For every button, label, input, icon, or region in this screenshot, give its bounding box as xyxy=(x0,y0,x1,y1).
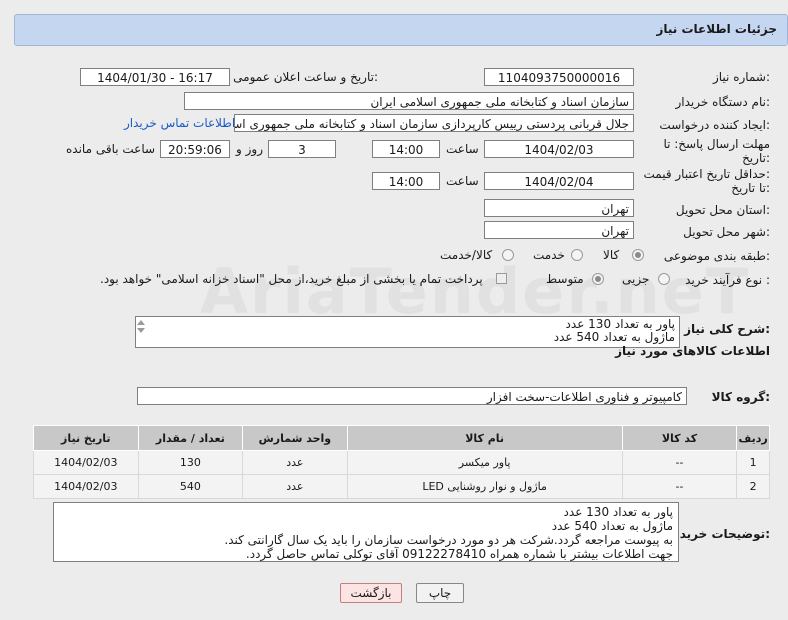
process-option-medium: متوسط xyxy=(546,272,584,286)
category-radio-service[interactable] xyxy=(571,249,583,261)
buyer-notes-label: توضیحات خریدار: xyxy=(668,527,770,541)
buyer-notes-textarea[interactable]: پاور به تعداد 130 عدد ماژول به تعداد 540… xyxy=(53,502,679,562)
header-panel: جزئیات اطلاعات نیاز xyxy=(14,14,788,46)
requester-label: ایجاد کننده درخواست: xyxy=(659,118,770,132)
deadline-time-label: ساعت xyxy=(446,142,479,156)
category-radio-both[interactable] xyxy=(502,249,514,261)
deadline-time-field: 14:00 xyxy=(372,140,440,158)
cell-name: ماژول و نوار روشنایی LED xyxy=(346,474,623,499)
announce-label: تاریخ و ساعت اعلان عمومی: xyxy=(233,70,378,84)
price-validity-label: حداقل تاریخ اعتبار قیمت: xyxy=(643,167,770,181)
days-field: 3 xyxy=(268,140,336,158)
days-label: روز و xyxy=(236,142,263,156)
col-header-name: نام کالا xyxy=(346,425,623,451)
province-field: تهران xyxy=(484,199,634,217)
buyer-note-line: ماژول به تعداد 540 عدد xyxy=(551,519,673,533)
summary-label: شرح کلی نیاز: xyxy=(684,322,770,336)
goods-table: ردیف کد کالا نام کالا واحد شمارش تعداد /… xyxy=(33,425,770,499)
price-time-field: 14:00 xyxy=(372,172,440,190)
col-header-index: ردیف xyxy=(736,425,770,451)
cell-unit: عدد xyxy=(242,450,348,475)
process-option-minor: جزیی xyxy=(622,272,650,286)
col-header-code: کد کالا xyxy=(621,425,738,451)
buyer-org-label: نام دستگاه خریدار: xyxy=(675,95,771,109)
remaining-label: ساعت باقی مانده xyxy=(66,142,156,156)
summary-textarea[interactable]: پاور به تعداد 130 عدد ماژول به تعداد 540… xyxy=(135,316,680,348)
cell-index: 1 xyxy=(736,450,770,475)
process-radio-minor[interactable] xyxy=(658,273,670,285)
announce-field: 1404/01/30 - 16:17 xyxy=(80,68,230,86)
buyer-note-line: به پیوست مراجعه گردد.شرکت هر دو مورد درخ… xyxy=(224,533,673,547)
category-option-goods: کالا xyxy=(603,248,620,262)
price-date-field: 1404/02/04 xyxy=(484,172,634,190)
col-header-unit: واحد شمارش xyxy=(242,425,348,451)
cell-code: -- xyxy=(621,450,738,475)
table-header-row: ردیف کد کالا نام کالا واحد شمارش تعداد /… xyxy=(33,425,770,451)
price-validity-label-2: تا تاریخ: xyxy=(731,181,770,195)
province-label: استان محل تحویل: xyxy=(675,203,770,217)
deadline-date-field: 1404/02/03 xyxy=(484,140,634,158)
page-title: جزئیات اطلاعات نیاز xyxy=(656,22,777,36)
deadline-label-2: تاریخ: xyxy=(742,151,770,165)
back-button[interactable]: بازگشت xyxy=(340,583,402,603)
cell-code: -- xyxy=(621,474,738,499)
goods-section-title: اطلاعات کالاهای مورد نیاز xyxy=(615,344,770,358)
payment-note: پرداخت تمام یا بخشی از مبلغ خرید،از محل … xyxy=(100,272,483,286)
process-label: نوع فرآیند خرید : xyxy=(685,273,770,287)
col-header-date: تاریخ نیاز xyxy=(33,425,139,451)
remaining-time-field: 20:59:06 xyxy=(160,140,230,158)
need-number-field: 1104093750000016 xyxy=(484,68,634,86)
city-label: شهر محل تحویل: xyxy=(683,225,770,239)
process-radio-medium[interactable] xyxy=(592,273,604,285)
category-label: طبقه بندی موضوعی: xyxy=(663,249,770,263)
city-field: تهران xyxy=(484,221,634,239)
scroll-arrows-icon[interactable] xyxy=(135,316,147,346)
need-number-label: شماره نیاز: xyxy=(712,70,770,84)
cell-qty: 130 xyxy=(137,450,244,475)
category-option-service: خدمت xyxy=(533,248,565,262)
goods-group-field: کامپیوتر و فناوری اطلاعات-سخت افزار xyxy=(137,387,687,405)
summary-line: ماژول به تعداد 540 عدد xyxy=(553,330,675,344)
cell-date: 1404/02/03 xyxy=(33,450,139,475)
buyer-note-line: جهت اطلاعات بیشتر با شماره همراه 0912227… xyxy=(245,547,673,561)
deadline-label: مهلت ارسال پاسخ: تا xyxy=(663,137,770,151)
buyer-contact-link[interactable]: اطلاعات تماس خریدار xyxy=(124,116,235,130)
cell-unit: عدد xyxy=(242,474,348,499)
cell-qty: 540 xyxy=(137,474,244,499)
table-row: 2 -- ماژول و نوار روشنایی LED عدد 540 14… xyxy=(33,474,770,499)
cell-name: پاور میکسر xyxy=(346,450,623,475)
treasury-checkbox[interactable] xyxy=(496,273,507,284)
cell-date: 1404/02/03 xyxy=(33,474,139,499)
buyer-org-field: سازمان اسناد و کتابخانه ملی جمهوری اسلام… xyxy=(184,92,634,110)
print-button[interactable]: چاپ xyxy=(416,583,464,603)
table-row: 1 -- پاور میکسر عدد 130 1404/02/03 xyxy=(33,450,770,475)
cell-index: 2 xyxy=(736,474,770,499)
goods-group-label: گروه کالا: xyxy=(711,390,770,404)
category-radio-goods[interactable] xyxy=(632,249,644,261)
col-header-qty: تعداد / مقدار xyxy=(137,425,244,451)
category-option-both: کالا/خدمت xyxy=(440,248,493,262)
requester-field: جلال قربانی پردستی رییس کارپردازی سازمان… xyxy=(234,114,634,132)
price-time-label: ساعت xyxy=(446,174,479,188)
buyer-note-line: پاور به تعداد 130 عدد xyxy=(563,505,673,519)
